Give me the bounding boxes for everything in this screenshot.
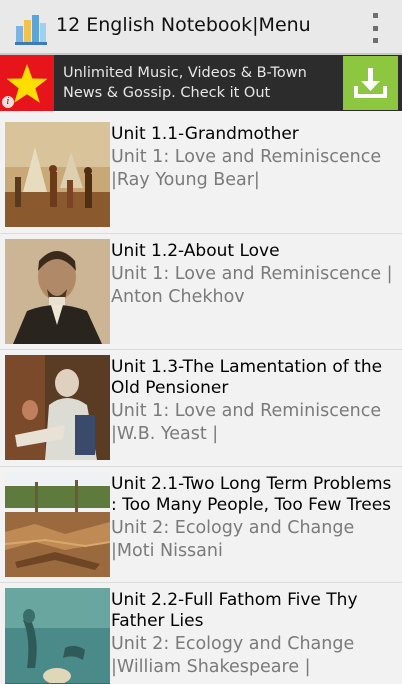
list-item-text[interactable]: Unit 2.1-Two Long Term Problems : Too Ma…	[111, 474, 400, 563]
ad-text[interactable]: Unlimited Music, Videos & B-Town News & …	[63, 63, 341, 103]
lesson-title: Unit 1.3-The Lamentation of the Old Pens…	[111, 357, 383, 398]
list-item-text[interactable]: Unit 1.2-About Love Unit 1: Love and Rem…	[111, 241, 400, 309]
download-icon[interactable]	[343, 56, 398, 110]
action-bar: 12 English Notebook|Menu	[0, 0, 402, 55]
list-item-text[interactable]: Unit 1.3-The Lamentation of the Old Pens…	[111, 357, 400, 446]
list-item[interactable]: Unit 2.2-Full Fathom Five Thy Father Lie…	[0, 583, 402, 684]
list-item[interactable]: Unit 1.1-Grandmother Unit 1: Love and Re…	[0, 117, 402, 234]
lesson-title: Unit 2.2-Full Fathom Five Thy Father Lie…	[111, 590, 358, 631]
app-screen: 12 English Notebook|Menu i Unlimited Mus…	[0, 0, 402, 684]
list-item[interactable]: Unit 1.3-The Lamentation of the Old Pens…	[0, 350, 402, 467]
lesson-subtitle: Unit 1: Love and Reminiscence | Anton Ch…	[111, 263, 393, 307]
lesson-subtitle: Unit 2: Ecology and Change |Moti Nissani	[111, 517, 355, 561]
lesson-subtitle: Unit 1: Love and Reminiscence |Ray Young…	[111, 147, 382, 190]
lesson-subtitle: Unit 2: Ecology and Change |William Shak…	[111, 634, 355, 677]
lesson-subtitle: Unit 1: Love and Reminiscence |W.B. Yeas…	[111, 401, 382, 444]
native-camp-painting	[5, 122, 110, 227]
old-man-painting	[5, 355, 110, 460]
list-item-text[interactable]: Unit 1.1-Grandmother Unit 1: Love and Re…	[111, 124, 400, 192]
app-title: 12 English Notebook|Menu	[56, 14, 311, 36]
deforestation-photo	[5, 471, 110, 577]
list-item[interactable]: Unit 1.2-About Love Unit 1: Love and Rem…	[0, 234, 402, 350]
lesson-title: Unit 2.1-Two Long Term Problems : Too Ma…	[111, 473, 392, 515]
star-flag-icon[interactable]: i	[0, 55, 54, 111]
list-item-text[interactable]: Unit 2.2-Full Fathom Five Thy Father Lie…	[111, 590, 400, 679]
app-book-icon[interactable]	[14, 12, 48, 46]
list-item[interactable]: Unit 2.1-Two Long Term Problems : Too Ma…	[0, 467, 402, 583]
chekhov-portrait	[5, 238, 110, 344]
undersea-painting	[5, 588, 110, 684]
lesson-title: Unit 1.2-About Love	[111, 240, 280, 261]
lesson-title: Unit 1.1-Grandmother	[111, 124, 299, 144]
info-icon[interactable]: i	[2, 96, 14, 108]
lesson-list: Unit 1.1-Grandmother Unit 1: Love and Re…	[0, 117, 402, 684]
overflow-menu-icon[interactable]	[370, 13, 380, 43]
ad-banner[interactable]: i Unlimited Music, Videos & B-Town News …	[0, 55, 402, 111]
